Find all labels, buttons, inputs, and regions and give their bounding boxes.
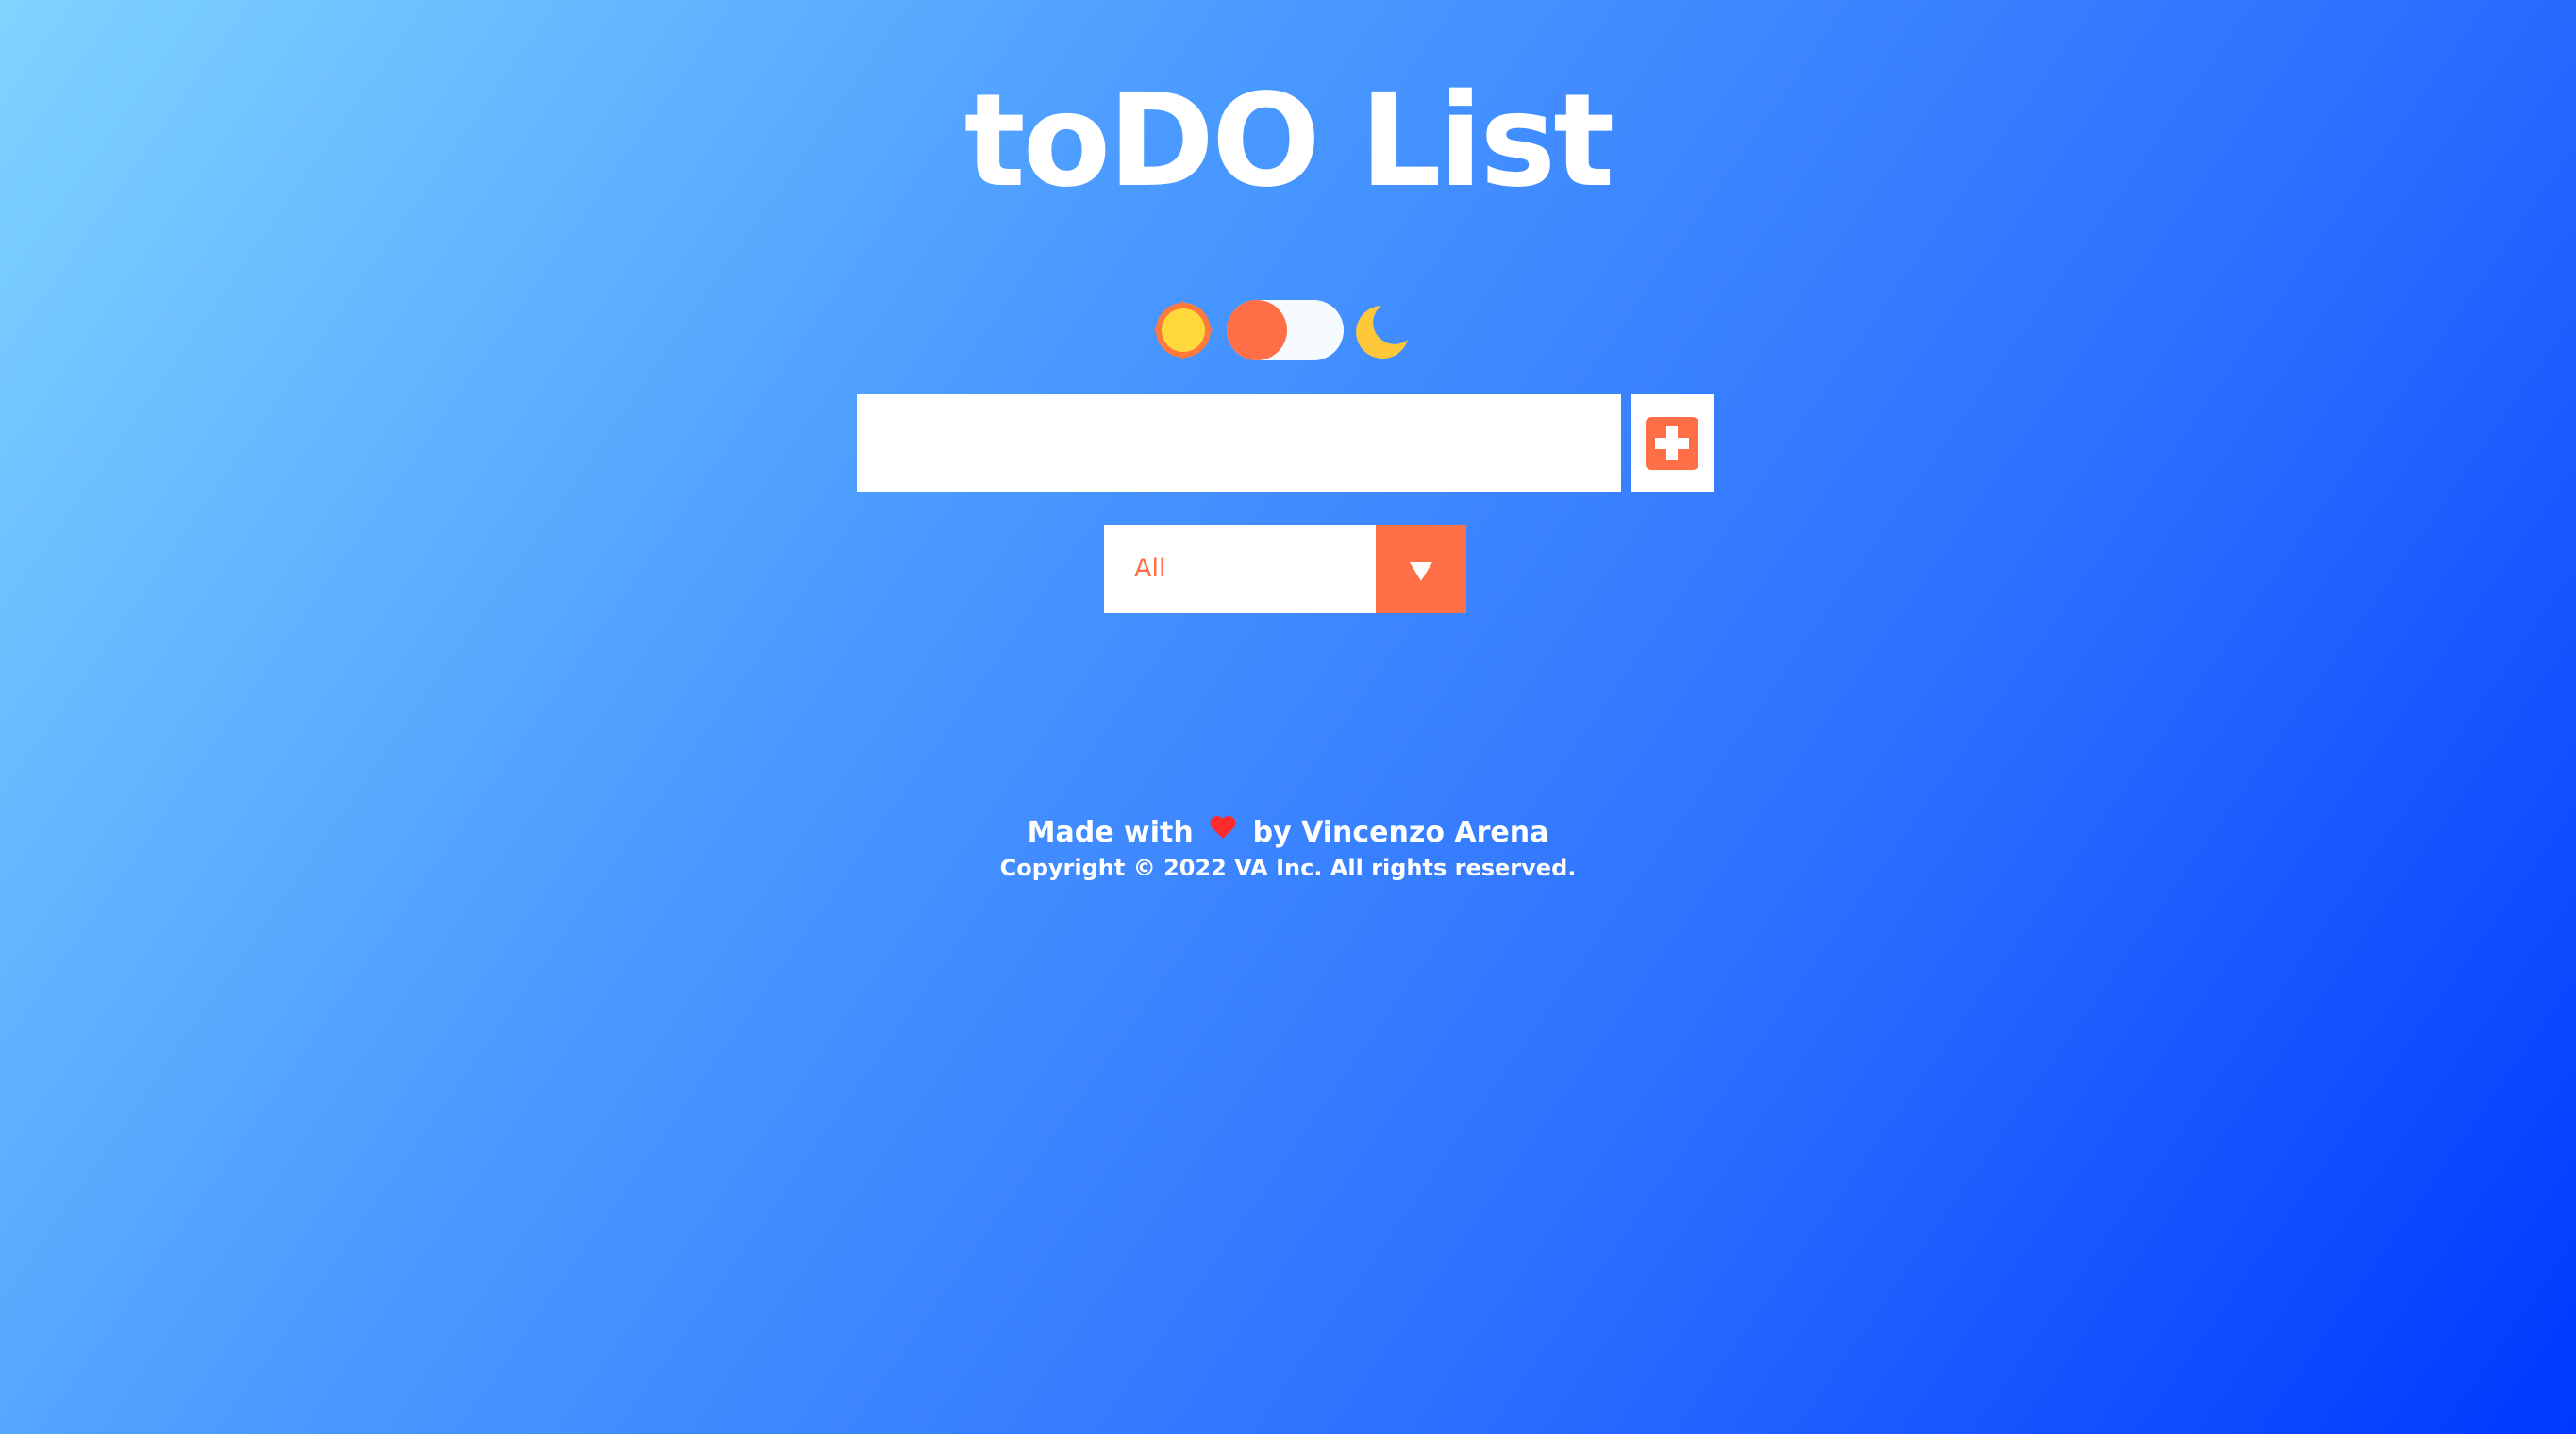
made-with-text: Made with bbox=[1027, 816, 1194, 849]
filter-select[interactable]: All bbox=[1104, 525, 1466, 613]
toggle-knob bbox=[1227, 300, 1287, 360]
copyright-text: Copyright © 2022 VA Inc. All rights rese… bbox=[999, 855, 1577, 881]
sun-icon bbox=[1153, 300, 1213, 360]
moon-icon bbox=[1353, 298, 1417, 362]
heart-icon bbox=[1209, 811, 1237, 851]
caret-down-icon bbox=[1410, 562, 1432, 581]
filter-selected-value: All bbox=[1134, 554, 1166, 583]
todo-input[interactable] bbox=[857, 394, 1621, 492]
page-title: toDO List bbox=[963, 67, 1615, 216]
plus-square-icon bbox=[1646, 417, 1698, 470]
filter-dropdown-button[interactable] bbox=[1376, 525, 1466, 613]
theme-switcher bbox=[1153, 294, 1423, 366]
add-todo-button[interactable] bbox=[1631, 394, 1714, 492]
footer-credit: Made with by Vincenzo Arena bbox=[0, 813, 2576, 854]
theme-toggle[interactable] bbox=[1227, 300, 1344, 360]
author-text: by Vincenzo Arena bbox=[1252, 816, 1549, 849]
